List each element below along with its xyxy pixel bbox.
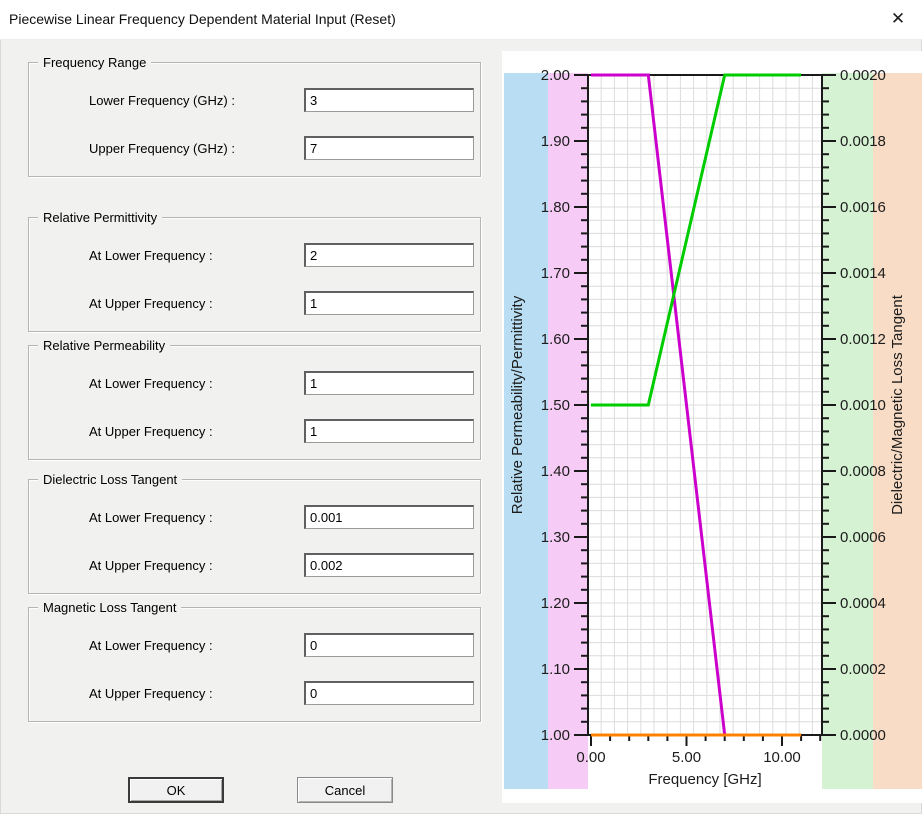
svg-text:0.0004: 0.0004: [840, 595, 886, 612]
group-relative-permeability: Relative Permeability At Lower Frequency…: [28, 345, 481, 460]
svg-text:0.0014: 0.0014: [840, 265, 886, 282]
group-title: Frequency Range: [38, 55, 151, 70]
magnetic-loss-lower-label: At Lower Frequency :: [89, 638, 213, 653]
svg-text:0.0018: 0.0018: [840, 133, 886, 150]
group-title: Relative Permeability: [38, 338, 170, 353]
svg-text:2.00: 2.00: [541, 67, 570, 84]
group-frequency-range: Frequency Range Lower Frequency (GHz) : …: [28, 62, 481, 177]
material-input-dialog: { "window": { "title": "Piecewise Linear…: [0, 0, 922, 814]
svg-text:0.0012: 0.0012: [840, 331, 886, 348]
cancel-button[interactable]: Cancel: [297, 777, 393, 803]
window-title: Piecewise Linear Frequency Dependent Mat…: [9, 11, 396, 27]
permeability-upper-input[interactable]: [304, 419, 474, 443]
ok-button[interactable]: OK: [128, 777, 224, 803]
svg-text:1.30: 1.30: [541, 529, 570, 546]
ok-button-label: OK: [167, 783, 186, 798]
dielectric-loss-lower-label: At Lower Frequency :: [89, 510, 213, 525]
svg-text:1.20: 1.20: [541, 595, 570, 612]
magnetic-loss-upper-label: At Upper Frequency :: [89, 686, 213, 701]
title-bar: Piecewise Linear Frequency Dependent Mat…: [0, 0, 922, 40]
dielectric-loss-tangent-curve: [591, 75, 801, 405]
svg-text:1.10: 1.10: [541, 661, 570, 678]
permittivity-lower-label: At Lower Frequency :: [89, 248, 213, 263]
axis-ticks: [574, 75, 836, 746]
group-dielectric-loss-tangent: Dielectric Loss Tangent At Lower Frequen…: [28, 479, 481, 594]
svg-text:1.70: 1.70: [541, 265, 570, 282]
magnetic-loss-upper-input[interactable]: [304, 681, 474, 705]
svg-text:1.50: 1.50: [541, 397, 570, 414]
material-preview-chart: 2.00 1.90 1.80 1.70 1.60 1.50 1.40 1.30 1.20 1.10…: [502, 51, 922, 803]
svg-text:1.60: 1.60: [541, 331, 570, 348]
permeability-lower-label: At Lower Frequency :: [89, 376, 213, 391]
svg-text:0.0002: 0.0002: [840, 661, 886, 678]
permittivity-upper-input[interactable]: [304, 291, 474, 315]
svg-text:0.0006: 0.0006: [840, 529, 886, 546]
svg-text:1.90: 1.90: [541, 133, 570, 150]
right-inner-band: [822, 73, 873, 789]
left-axis-title: Relative Permeability/Permittivity: [509, 295, 526, 514]
svg-text:0.0008: 0.0008: [840, 463, 886, 480]
upper-frequency-label: Upper Frequency (GHz) :: [89, 141, 235, 156]
chart-svg: 2.00 1.90 1.80 1.70 1.60 1.50 1.40 1.30 1.20 1.10…: [502, 51, 922, 803]
svg-text:0.0020: 0.0020: [840, 67, 886, 84]
svg-text:0.0016: 0.0016: [840, 199, 886, 216]
dielectric-loss-upper-label: At Upper Frequency :: [89, 558, 213, 573]
lower-frequency-label: Lower Frequency (GHz) :: [89, 93, 235, 108]
svg-text:1.40: 1.40: [541, 463, 570, 480]
group-title: Magnetic Loss Tangent: [38, 600, 181, 615]
permittivity-upper-label: At Upper Frequency :: [89, 296, 213, 311]
group-title: Dielectric Loss Tangent: [38, 472, 182, 487]
svg-text:10.00: 10.00: [763, 749, 801, 766]
group-magnetic-loss-tangent: Magnetic Loss Tangent At Lower Frequency…: [28, 607, 481, 722]
permeability-upper-label: At Upper Frequency :: [89, 424, 213, 439]
svg-text:1.80: 1.80: [541, 199, 570, 216]
group-relative-permittivity: Relative Permittivity At Lower Frequency…: [28, 217, 481, 332]
right-axis-title: Dielectric/Magnetic Loss Tangent: [889, 294, 906, 515]
magnetic-loss-lower-input[interactable]: [304, 633, 474, 657]
close-icon: ✕: [891, 9, 905, 29]
cancel-button-label: Cancel: [325, 783, 365, 798]
svg-text:0.0010: 0.0010: [840, 397, 886, 414]
x-axis-title: Frequency [GHz]: [648, 771, 761, 788]
lower-frequency-input[interactable]: [304, 88, 474, 112]
permittivity-lower-input[interactable]: [304, 243, 474, 267]
dielectric-loss-lower-input[interactable]: [304, 505, 474, 529]
upper-frequency-input[interactable]: [304, 136, 474, 160]
group-title: Relative Permittivity: [38, 210, 162, 225]
svg-text:5.00: 5.00: [672, 749, 701, 766]
svg-text:0.00: 0.00: [576, 749, 605, 766]
svg-text:0.0000: 0.0000: [840, 727, 886, 744]
dielectric-loss-upper-input[interactable]: [304, 553, 474, 577]
close-button[interactable]: ✕: [876, 0, 920, 38]
permeability-lower-input[interactable]: [304, 371, 474, 395]
svg-text:1.00: 1.00: [541, 727, 570, 744]
